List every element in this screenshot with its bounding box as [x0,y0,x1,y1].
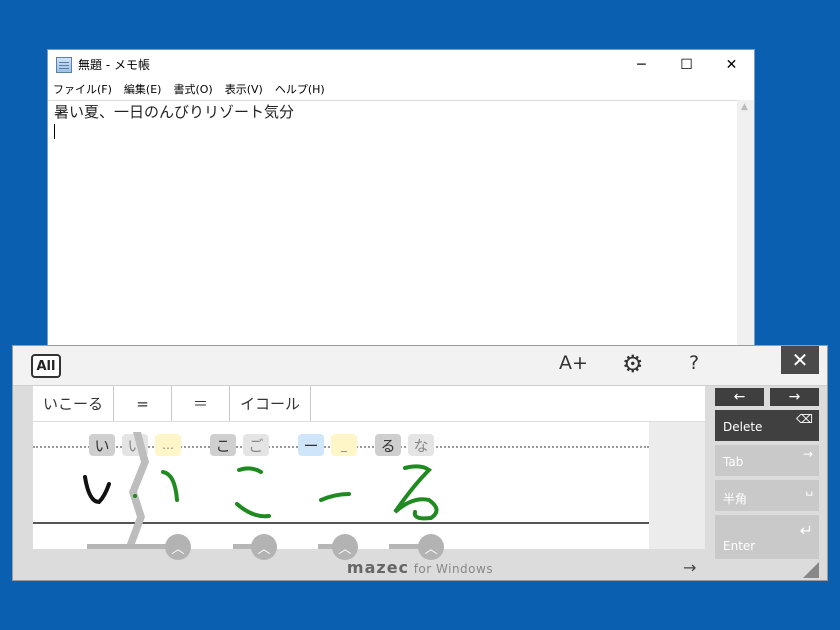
menu-format[interactable]: 書式(O) [173,81,212,97]
all-mode-button[interactable]: All [31,354,61,378]
enter-key[interactable]: Enter ↵ [715,515,819,559]
menu-help[interactable]: ヘルプ(H) [275,81,325,97]
editor-text: 暑い夏、一日のんびりリゾート気分 [54,103,295,121]
menu-edit[interactable]: 編集(E) [124,81,162,97]
minimize-button[interactable]: ─ [619,50,664,79]
delete-key[interactable]: Delete ⌫ [715,410,819,441]
menu-file[interactable]: ファイル(F) [53,81,112,97]
notepad-icon [56,56,72,73]
expand-chevron-up-icon[interactable]: ︿ [251,534,277,560]
notepad-window: 無題 - メモ帳 ─ ☐ ✕ ファイル(F) 編集(E) 書式(O) 表示(V)… [47,49,755,359]
brand-logo: mazec for Windows [346,558,494,577]
handwriting-area[interactable]: い い … こ ご ー _ る な [33,422,649,549]
text-caret [54,124,55,139]
font-size-button[interactable]: A+ [559,352,588,374]
scroll-up-icon[interactable]: ▲ [741,102,748,112]
window-title: 無題 - メモ帳 [78,58,150,72]
expand-chevron-up-icon[interactable]: ︿ [165,534,191,560]
next-page-arrow-icon[interactable]: → [683,558,696,577]
help-button[interactable]: ? [689,352,699,374]
expand-chevron-up-icon[interactable]: ︿ [332,534,358,560]
text-editor[interactable]: 暑い夏、一日のんびりリゾート気分 [48,100,754,358]
tab-key[interactable]: Tab → [715,445,819,476]
close-button[interactable]: ✕ [709,50,754,79]
candidate-item[interactable]: ＝ [172,386,231,421]
menu-view[interactable]: 表示(V) [225,81,263,97]
space-icon: ␣ [805,482,813,496]
menu-bar: ファイル(F) 編集(E) 書式(O) 表示(V) ヘルプ(H) [48,79,754,98]
tab-arrow-icon: → [802,447,813,461]
expand-chevron-up-icon[interactable]: ︿ [418,534,444,560]
cursor-right-button[interactable]: → [770,388,819,406]
ime-toolbar: All A+ ⚙ ? ✕ [13,346,827,386]
ime-close-button[interactable]: ✕ [781,346,819,374]
cursor-left-button[interactable]: ← [715,388,764,406]
segment-bar [87,544,167,549]
settings-gear-icon[interactable]: ⚙ [622,350,644,378]
resize-grip-icon[interactable] [803,562,819,578]
maximize-button[interactable]: ☐ [664,50,709,79]
vertical-scrollbar[interactable]: ▲ [737,100,754,358]
handwriting-strokes [83,432,439,549]
candidate-item[interactable]: イコール [230,386,312,421]
enter-return-icon: ↵ [799,521,813,540]
title-bar: 無題 - メモ帳 ─ ☐ ✕ [48,50,754,79]
candidate-item[interactable]: = [114,386,173,421]
mazec-ime-panel: All A+ ⚙ ? ✕ いこーる = ＝ イコール い い … こ ご ー _… [12,345,828,581]
key-panel: ← → Delete ⌫ Tab → 半角 ␣ Enter ↵ [715,388,819,559]
candidate-item[interactable]: いこーる [33,386,115,421]
backspace-icon: ⌫ [796,412,813,426]
handwriting-area-edge [649,422,705,549]
candidate-bar: いこーる = ＝ イコール [33,386,705,422]
hankaku-key[interactable]: 半角 ␣ [715,480,819,511]
